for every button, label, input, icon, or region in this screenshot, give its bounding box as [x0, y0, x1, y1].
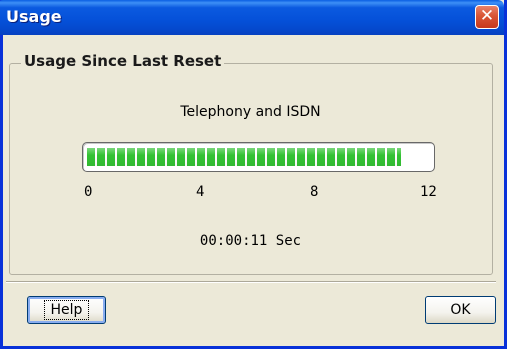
title-bar[interactable]: Usage ✕	[0, 0, 504, 35]
elapsed-time: 00:00:11 Sec	[199, 233, 302, 249]
tick-label: 4	[196, 184, 205, 200]
help-button[interactable]: Help	[27, 296, 106, 324]
divider	[6, 281, 496, 283]
close-button[interactable]: ✕	[475, 5, 499, 29]
window-title: Usage	[6, 7, 62, 26]
group-label: Usage Since Last Reset	[21, 52, 225, 70]
close-icon: ✕	[479, 6, 495, 26]
usage-progress-bar	[82, 142, 435, 172]
progress-fill	[87, 148, 401, 166]
ok-button[interactable]: OK	[425, 296, 496, 324]
tick-label: 0	[84, 184, 93, 200]
help-button-label: Help	[43, 300, 90, 320]
progress-label: Telephony and ISDN	[180, 104, 321, 120]
tick-label: 12	[420, 184, 437, 200]
tick-label: 8	[310, 184, 319, 200]
